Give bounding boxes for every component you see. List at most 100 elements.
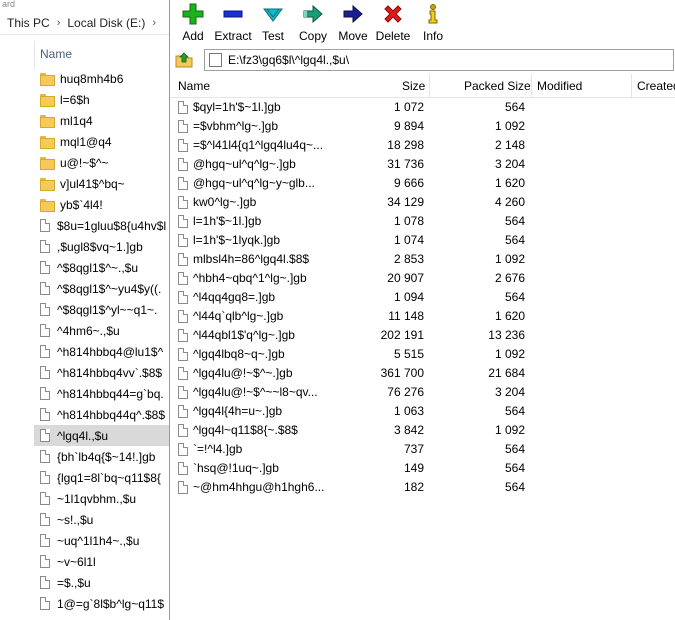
file-size: 20 907 [387,271,424,285]
file-size: 31 736 [387,157,424,171]
file-name: ~@hm4hhgu@h1hgh6... [193,480,325,494]
archive-row[interactable]: `=!^l4.]gb 737 564 [170,440,675,459]
folder-item[interactable]: huq8mh4b6 [34,68,170,89]
archive-row[interactable]: ^lgq4l~q11$8{~.$8$ 3 842 1 092 [170,421,675,440]
archive-row[interactable]: l=1h'$~1lyqk.]gb 1 074 564 [170,231,675,250]
item-label: ~v~6l1l [57,554,96,569]
file-name: ^l4qq4gq8=.]gb [193,290,276,304]
breadcrumb-local-disk[interactable]: Local Disk (E:) [67,16,145,30]
file-name: ^lgq4lu@!~$^~~l8~qv... [193,385,318,399]
folder-item[interactable]: u@!~$^~ [34,152,170,173]
archive-row[interactable]: =$^l41l4{q1^lgq4lu4q~... 18 298 2 148 [170,136,675,155]
file-icon [40,513,50,526]
archive-row[interactable]: $qyl=1h'$~1l.]gb 1 072 564 [170,98,675,117]
archive-row[interactable]: ^hbh4~qbq^1^lg~.]gb 20 907 2 676 [170,269,675,288]
file-packed-size: 1 092 [494,423,525,437]
file-packed-size: 13 236 [488,328,525,342]
file-item[interactable]: ^$8qgl1$^yl~~q1~. [34,299,170,320]
extract-button[interactable]: Extract [213,0,253,46]
move-button[interactable]: Move [333,0,373,46]
item-label: {bh`lb4q{$~14!.]gb [57,449,156,464]
file-item[interactable]: ^h814hbbq4vv`.$8$ [34,362,170,383]
file-icon [40,240,50,253]
archive-row[interactable]: mlbsl4h=86^lgq4l.$8$ 2 853 1 092 [170,250,675,269]
column-divider[interactable] [531,74,532,98]
file-icon [40,324,50,337]
column-divider [34,41,35,69]
file-item[interactable]: ~uq^1l1h4~.,$u [34,530,170,551]
delete-button[interactable]: Delete [373,0,413,46]
file-icon [178,253,188,266]
folder-icon [40,157,55,170]
archive-row[interactable]: @hgq~ul^q^lg~.]gb 31 736 3 204 [170,155,675,174]
add-button[interactable]: Add [173,0,213,46]
archive-row[interactable]: ^l4qq4gq8=.]gb 1 094 564 [170,288,675,307]
archive-row[interactable]: ^lgq4lu@!~$^~~l8~qv... 76 276 3 204 [170,383,675,402]
archive-row[interactable]: kw0^lg~.]gb 34 129 4 260 [170,193,675,212]
file-item[interactable]: {lgq1=8l`bq~q11$8{ [34,467,170,488]
file-item[interactable]: =$.,$u [34,572,170,593]
column-created[interactable]: Created [637,74,675,98]
test-button[interactable]: Test [253,0,293,46]
file-item[interactable]: ^h814hbbq4@lu1$^ [34,341,170,362]
info-button[interactable]: Info [413,0,453,46]
file-size: 182 [403,480,424,494]
folder-item[interactable]: mql1@q4 [34,131,170,152]
file-item[interactable]: $8u=1gluu$8{u4hv$l [34,215,170,236]
file-size: 5 515 [393,347,424,361]
up-folder-button[interactable] [173,49,195,71]
archive-row[interactable]: ^lgq4l{4h=u~.]gb 1 063 564 [170,402,675,421]
column-packed-size[interactable]: Packed Size [464,74,531,98]
archive-row[interactable]: @hgq~ul^q^lg~y~glb... 9 666 1 620 [170,174,675,193]
file-item[interactable]: ~v~6l1l [34,551,170,572]
plus-icon [181,2,205,26]
archive-row[interactable]: ~@hm4hhgu@h1hgh6... 182 564 [170,478,675,497]
file-icon [178,405,188,418]
file-item[interactable]: ^4hm6~.,$u [34,320,170,341]
file-item[interactable]: {bh`lb4q{$~14!.]gb [34,446,170,467]
file-item[interactable]: ~s!.,$u [34,509,170,530]
file-packed-size: 564 [504,214,525,228]
file-item[interactable]: 1@=g`8l$b^lg~q11$ [34,593,170,614]
item-label: ~s!.,$u [57,512,94,527]
file-size: 11 148 [388,309,424,323]
file-item[interactable]: ^h814hbbq44=g`bq. [34,383,170,404]
archive-row[interactable]: =$vbhm^lg~.]gb 9 894 1 092 [170,117,675,136]
folder-item[interactable]: yb$`4l4! [34,194,170,215]
archive-row[interactable]: ^lgq4lu@!~$^~.]gb 361 700 21 684 [170,364,675,383]
column-modified[interactable]: Modified [537,74,582,98]
archive-row[interactable]: l=1h'$~1l.]gb 1 078 564 [170,212,675,231]
file-item[interactable]: ^$8qgl1$^~.,$u [34,257,170,278]
7zip-window: Add Extract Test Copy Move Delete Info E… [169,0,675,620]
file-icon [178,139,188,152]
file-name: ^hbh4~qbq^1^lg~.]gb [193,271,307,285]
archive-row[interactable]: `hsq@!1uq~.]gb 149 564 [170,459,675,478]
file-item[interactable]: ^h814hbbq44q^.$8$ [34,404,170,425]
explorer-name-column-header[interactable]: Name [40,47,72,61]
item-label: ~uq^1l1h4~.,$u [57,533,140,548]
path-input[interactable]: E:\fz3\gq6$l\^lgq4l.,$u\ [204,49,674,71]
file-icon [40,366,50,379]
folder-item[interactable]: l=6$h [34,89,170,110]
archive-row[interactable]: ^lgq4lbq8~q~.]gb 5 515 1 092 [170,345,675,364]
column-divider[interactable] [429,74,430,98]
file-item[interactable]: ^$8qgl1$^~yu4$y((. [34,278,170,299]
column-name[interactable]: Name [178,74,210,98]
archive-row[interactable]: ^l44qbl1$'q^lg~.]gb 202 191 13 236 [170,326,675,345]
explorer-breadcrumb[interactable]: This PC › Local Disk (E:) › [0,11,170,35]
breadcrumb-this-pc[interactable]: This PC [7,16,50,30]
file-name: kw0^lg~.]gb [193,195,257,209]
folder-item[interactable]: ml1q4 [34,110,170,131]
extract-label: Extract [214,29,252,43]
copy-button[interactable]: Copy [293,0,333,46]
delete-x-icon [381,2,405,26]
archive-row[interactable]: ^l44q`qlb^lg~.]gb 11 148 1 620 [170,307,675,326]
chevron-right-icon: › [56,16,61,29]
file-item[interactable]: ~1l1qvbhm.,$u [34,488,170,509]
column-size[interactable]: Size [402,74,425,98]
folder-item[interactable]: v]ul41$^bq~ [34,173,170,194]
item-label: ^h814hbbq4@lu1$^ [57,344,164,359]
file-item[interactable]: ^lgq4l.,$u [34,425,170,446]
file-item[interactable]: ,$ugl8$vq~1.]gb [34,236,170,257]
column-divider[interactable] [631,74,632,98]
